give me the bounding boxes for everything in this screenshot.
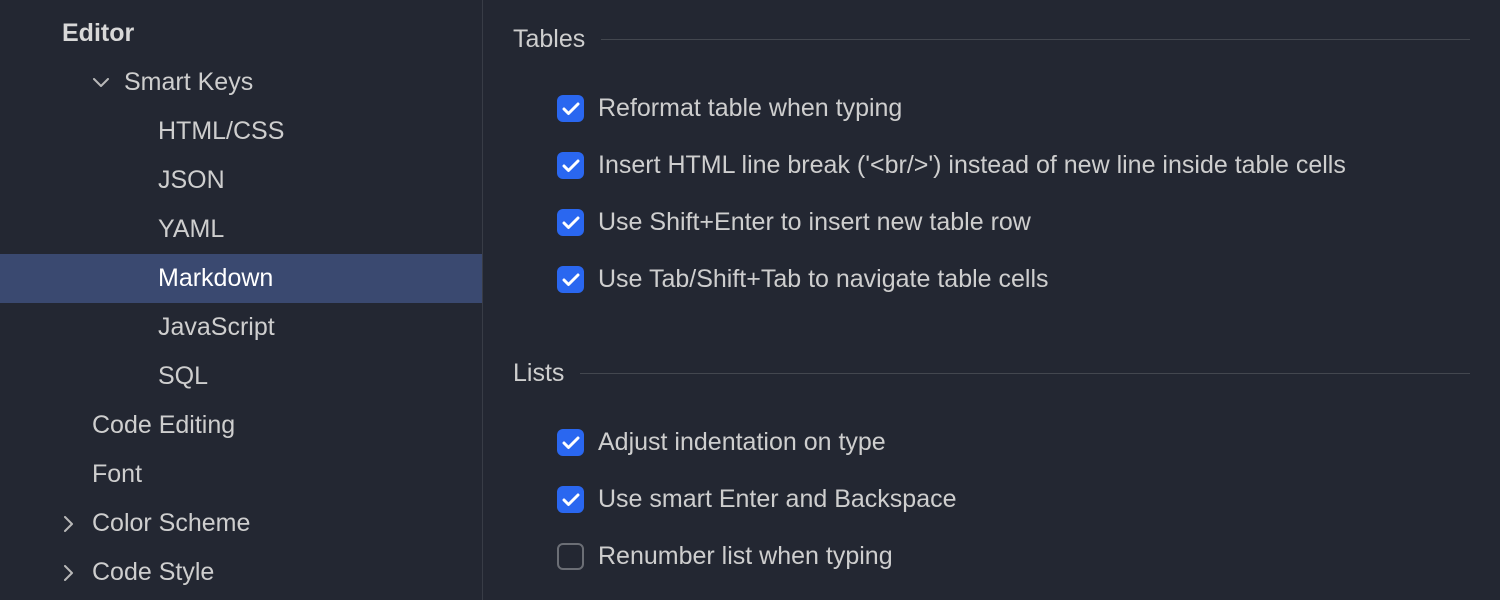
sidebar-item-font[interactable]: Font <box>0 450 482 499</box>
sidebar-item-smart-keys[interactable]: Smart Keys <box>0 58 482 107</box>
sidebar-item-label: SQL <box>158 362 208 391</box>
option-label: Adjust indentation on type <box>598 428 886 457</box>
option-use-smart-enter-and-backspace: Use smart Enter and Backspace <box>513 471 1470 528</box>
option-use-shift-enter-to-insert-new-table-row: Use Shift+Enter to insert new table row <box>513 194 1470 251</box>
sidebar-heading-editor: Editor <box>0 18 482 58</box>
checkbox[interactable] <box>557 152 584 179</box>
option-label: Use Tab/Shift+Tab to navigate table cell… <box>598 265 1049 294</box>
sidebar-item-code-editing[interactable]: Code Editing <box>0 401 482 450</box>
checkbox[interactable] <box>557 266 584 293</box>
sidebar-item-label: HTML/CSS <box>158 117 284 146</box>
sidebar-item-javascript[interactable]: JavaScript <box>0 303 482 352</box>
option-label: Renumber list when typing <box>598 542 893 571</box>
option-renumber-list-when-typing: Renumber list when typing <box>513 528 1470 585</box>
settings-sidebar: Editor Smart Keys HTML/CSS JSON YAML Markdow… <box>0 0 483 600</box>
sidebar-item-label: Color Scheme <box>92 509 250 538</box>
checkbox[interactable] <box>557 543 584 570</box>
sidebar-item-markdown[interactable]: Markdown <box>0 254 482 303</box>
option-adjust-indentation-on-type: Adjust indentation on type <box>513 414 1470 471</box>
section-header-tables: Tables <box>513 24 1470 54</box>
sidebar-item-label: Smart Keys <box>124 68 253 97</box>
option-label: Use Shift+Enter to insert new table row <box>598 208 1031 237</box>
sidebar-item-label: Font <box>92 460 142 489</box>
section-divider <box>580 373 1470 374</box>
sidebar-item-label: Code Editing <box>92 411 235 440</box>
section-divider <box>601 39 1470 40</box>
settings-main-panel: Tables Reformat table when typing Insert H… <box>483 0 1500 600</box>
chevron-down-icon[interactable] <box>92 74 110 92</box>
option-insert-html-line-break-br-instead-of-new-line-inside-table-cells: Insert HTML line break ('<br/>') instead… <box>513 137 1470 194</box>
sidebar-item-json[interactable]: JSON <box>0 156 482 205</box>
sidebar-tree: Smart Keys HTML/CSS JSON YAML Markdown JavaSc… <box>0 58 482 597</box>
section-header-lists: Lists <box>513 358 1470 388</box>
sidebar-item-yaml[interactable]: YAML <box>0 205 482 254</box>
sidebar-item-label: Code Style <box>92 558 214 587</box>
sidebar-item-label: Markdown <box>158 264 273 293</box>
option-use-tab-shift-tab-to-navigate-table-cells: Use Tab/Shift+Tab to navigate table cell… <box>513 251 1470 308</box>
option-label: Insert HTML line break ('<br/>') instead… <box>598 151 1346 180</box>
checkbox[interactable] <box>557 429 584 456</box>
sidebar-item-code-style[interactable]: Code Style <box>0 548 482 597</box>
option-label: Reformat table when typing <box>598 94 902 123</box>
sidebar-item-label: YAML <box>158 215 224 244</box>
chevron-right-icon[interactable] <box>60 564 78 582</box>
sidebar-item-sql[interactable]: SQL <box>0 352 482 401</box>
option-label: Use smart Enter and Backspace <box>598 485 957 514</box>
checkbox[interactable] <box>557 95 584 122</box>
checkbox[interactable] <box>557 209 584 236</box>
sidebar-item-label: JavaScript <box>158 313 275 342</box>
sidebar-item-html-css[interactable]: HTML/CSS <box>0 107 482 156</box>
option-reformat-table-when-typing: Reformat table when typing <box>513 80 1470 137</box>
checkbox[interactable] <box>557 486 584 513</box>
sidebar-item-label: JSON <box>158 166 225 195</box>
chevron-right-icon[interactable] <box>60 515 78 533</box>
section-title: Lists <box>513 359 564 388</box>
sidebar-item-color-scheme[interactable]: Color Scheme <box>0 499 482 548</box>
section-title: Tables <box>513 25 585 54</box>
